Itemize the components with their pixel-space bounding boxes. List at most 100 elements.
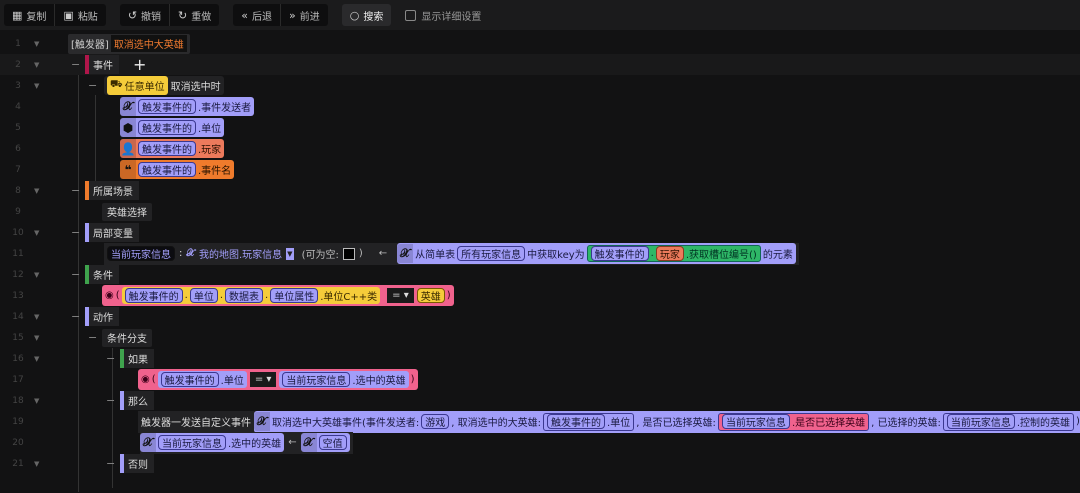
type-dropdown-icon[interactable]: ▼ [286, 247, 294, 260]
event-pill[interactable]: 触发事件的 [138, 162, 196, 177]
section-if[interactable]: 如果 [120, 349, 154, 368]
section-conditions[interactable]: 条件 [85, 265, 119, 284]
back-button[interactable]: «后退 [233, 4, 281, 26]
collapse-arrow-icon[interactable]: ▼ [34, 271, 39, 279]
event-pill[interactable]: 触发事件的 [138, 120, 196, 135]
player-info-pill[interactable]: 当前玩家信息 [721, 414, 790, 429]
section-events[interactable]: 事件 [85, 55, 119, 74]
add-event-button[interactable]: + [133, 55, 146, 74]
event-param-name[interactable]: ❝ 触发事件的 .事件名 [120, 160, 235, 179]
collapse-minus-icon[interactable]: − [106, 352, 115, 365]
operator-dropdown[interactable]: = ▾ [248, 371, 278, 388]
unit-expr[interactable]: 触发事件的 .单位 [543, 412, 635, 431]
double-chevron-right-icon: » [288, 8, 296, 22]
null-value[interactable]: 𝒳 空值 [300, 433, 350, 452]
trigger-name[interactable]: 取消选中大英雄 [110, 35, 187, 52]
datatable-pill[interactable]: 数据表 [225, 288, 264, 303]
tree-row: 8 ▼ − 所属场景 [0, 180, 1080, 201]
section-else[interactable]: 否则 [120, 454, 154, 473]
collapse-arrow-icon[interactable]: ▼ [34, 187, 39, 195]
collapse-minus-icon[interactable]: − [71, 184, 80, 197]
assign-action[interactable]: 𝒳 当前玩家信息 .选中的英雄 ← 𝒳 空值 [140, 431, 353, 454]
collapse-arrow-icon[interactable]: ▼ [34, 229, 39, 237]
event-param-unit[interactable]: ⬢ 触发事件的 .单位 [120, 118, 225, 137]
collapse-arrow-icon[interactable]: ▼ [34, 397, 39, 405]
condition-compare[interactable]: ◉( 触发事件的. 单位. 数据表. 单位属性 .单位C++类 = ▾ 英雄) [102, 285, 454, 306]
event-pill[interactable]: 触发事件的 [160, 372, 219, 387]
null-pill[interactable]: 空值 [318, 435, 347, 450]
eye-icon[interactable]: ◉ [105, 290, 114, 301]
collapse-minus-icon[interactable]: − [71, 268, 80, 281]
nullable-checkbox[interactable] [342, 247, 355, 260]
collapse-minus-icon[interactable]: − [106, 457, 115, 470]
event-pill[interactable]: 触发事件的 [124, 288, 183, 303]
collapse-minus-icon[interactable]: − [71, 226, 80, 239]
player-info-pill[interactable]: 当前玩家信息 [158, 435, 226, 450]
controlled-hero-expr[interactable]: 当前玩家信息 .控制的英雄 [942, 412, 1075, 431]
unit-class-expr[interactable]: 触发事件的. 单位. 数据表. 单位属性 .单位C++类 [121, 287, 381, 304]
player-pill[interactable]: 玩家 [655, 246, 684, 261]
collapse-arrow-icon[interactable]: ▼ [34, 313, 39, 321]
redo-button[interactable]: ↻ 重做 [170, 4, 219, 26]
custom-event-block[interactable]: 𝒳 取消选中大英雄事件(事件发送者: 游戏 , 取消选中的大英雄: 触发事件的.… [254, 410, 1080, 433]
slot-block[interactable]: 触发事件的. 玩家 .获取槽位编号() [586, 245, 761, 262]
player-info-pill[interactable]: 当前玩家信息 [946, 414, 1015, 429]
nullable-end: ) [358, 248, 363, 259]
collapse-minus-icon[interactable]: − [88, 79, 97, 92]
eye-icon[interactable]: ◉ [141, 374, 150, 385]
unit-pill[interactable]: 单位 [189, 288, 218, 303]
operator: = [254, 374, 264, 385]
section-scene[interactable]: 所属场景 [85, 181, 139, 200]
collapse-minus-icon[interactable]: − [71, 310, 80, 323]
collapse-minus-icon[interactable]: − [106, 394, 115, 407]
collapse-arrow-icon[interactable]: ▼ [34, 82, 39, 90]
copy-button[interactable]: ▦ 复制 [4, 4, 56, 26]
collapse-arrow-icon[interactable]: ▼ [34, 40, 39, 48]
text: , 是否已选择英雄: [636, 418, 716, 429]
hero-value-pill[interactable]: 英雄 [416, 288, 445, 303]
show-details-checkbox[interactable]: 显示详细设置 [405, 8, 481, 23]
collapse-arrow-icon[interactable]: ▼ [34, 355, 39, 363]
unit-chip[interactable]: ⛟ 任意单位 [107, 76, 168, 95]
if-condition[interactable]: ◉( 触发事件的 .单位 = ▾ 当前玩家信息 .选中的英雄) [138, 369, 418, 390]
collapse-minus-icon[interactable]: − [88, 331, 97, 344]
var-type[interactable]: 我的地图.玩家信息 [199, 246, 282, 261]
event-pill[interactable]: 触发事件的 [138, 141, 196, 156]
event-pill[interactable]: 触发事件的 [547, 414, 606, 429]
section-local-vars[interactable]: 局部变量 [85, 223, 139, 242]
local-var-decl[interactable]: 当前玩家信息 : 𝒳 我的地图.玩家信息 ▼ (可为空: ) ← 𝒳 从简单表 … [104, 242, 799, 265]
game-pill[interactable]: 游戏 [421, 414, 450, 429]
if-branch[interactable]: 条件分支 [102, 328, 152, 347]
event-pill[interactable]: 触发事件的 [590, 246, 649, 261]
send-event-action[interactable]: 触发器一发送自定义事件 𝒳 取消选中大英雄事件(事件发送者: 游戏 , 取消选中… [138, 410, 1080, 433]
property: .单位C++类 [320, 292, 378, 303]
section-actions[interactable]: 动作 [85, 307, 119, 326]
unit-expr[interactable]: 触发事件的 .单位 [157, 371, 247, 388]
player-info-pill[interactable]: 当前玩家信息 [282, 372, 351, 387]
forward-button[interactable]: » 前进 [281, 4, 328, 26]
undo-button[interactable]: ↺ 撤销 [120, 4, 171, 26]
collapse-arrow-icon[interactable]: ▼ [34, 334, 39, 342]
operator-dropdown[interactable]: = ▾ [386, 287, 415, 304]
collapse-arrow-icon[interactable]: ▼ [34, 61, 39, 69]
unit-attr-pill[interactable]: 单位属性 [270, 288, 319, 303]
scene-name[interactable]: 英雄选择 [102, 202, 152, 221]
is-selected-expr[interactable]: 当前玩家信息 .是否已选择英雄 [717, 412, 870, 431]
event-param-sender[interactable]: 𝒳 触发事件的 .事件发送者 [120, 97, 255, 116]
paste-button[interactable]: ▣ 粘贴 [55, 4, 105, 26]
get-table-element-block[interactable]: 𝒳 从简单表 所有玩家信息 中获取key为 触发事件的. 玩家 .获取槽位编号(… [397, 243, 796, 264]
assign-arrow: ← [378, 248, 388, 259]
selected-hero-expr[interactable]: 当前玩家信息 .选中的英雄 [279, 371, 409, 388]
var-name[interactable]: 当前玩家信息 [107, 246, 175, 261]
search-button[interactable]: ○ 搜索 [342, 4, 392, 26]
collapse-minus-icon[interactable]: − [71, 58, 80, 71]
selected-hero-var[interactable]: 𝒳 当前玩家信息 .选中的英雄 [140, 433, 285, 452]
trigger-header[interactable]: [触发器] 取消选中大英雄 [68, 33, 190, 54]
table-pill[interactable]: 所有玩家信息 [457, 246, 526, 261]
section-then[interactable]: 那么 [120, 391, 154, 410]
collapse-arrow-icon[interactable]: ▼ [34, 460, 39, 468]
event-pill[interactable]: 触发事件的 [138, 99, 196, 114]
event-param-player[interactable]: 👤 触发事件的 .玩家 [120, 139, 225, 158]
event-block[interactable]: ⛟ 任意单位 取消选中时 [104, 76, 224, 95]
line-number: 17 [12, 374, 24, 385]
